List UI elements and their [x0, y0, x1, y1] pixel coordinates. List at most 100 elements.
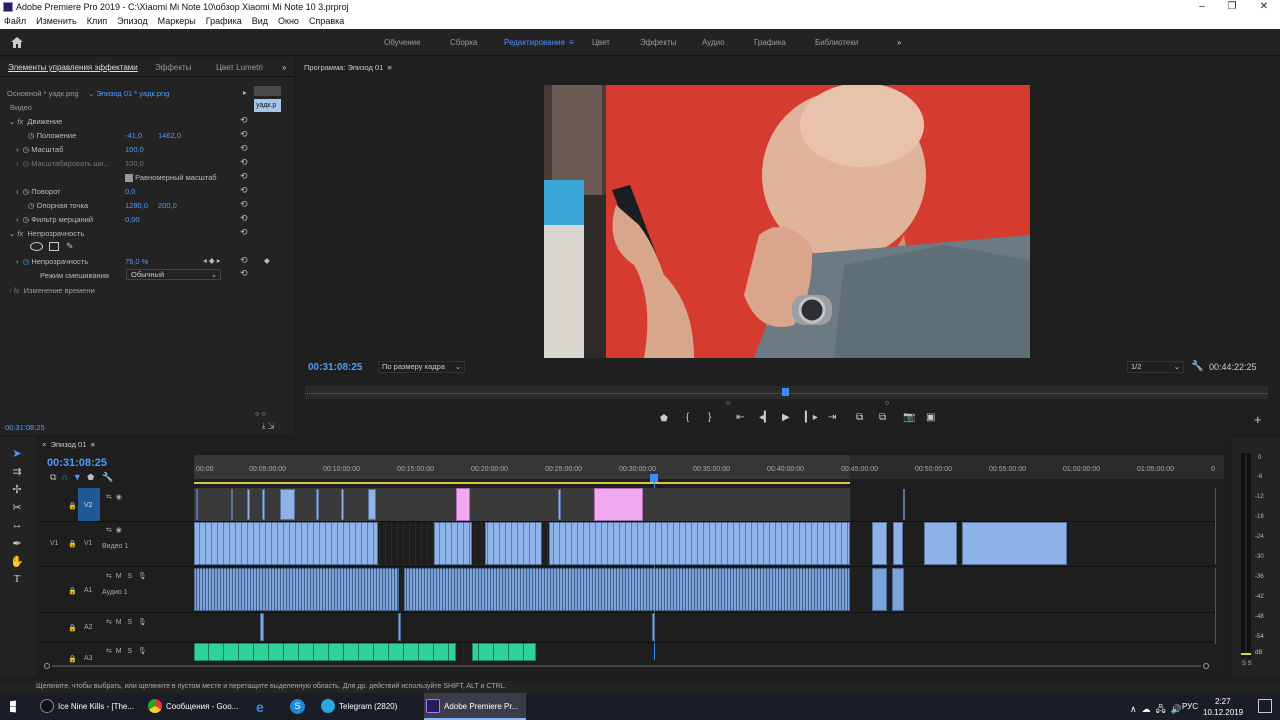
- play-icon[interactable]: ▶: [782, 412, 790, 423]
- reset-opacity-section-icon[interactable]: ⟲: [240, 227, 248, 238]
- v2-graphic-clip[interactable]: [594, 488, 643, 521]
- workspace-assembly[interactable]: Сборка: [450, 38, 477, 47]
- windows-start-icon[interactable]: [10, 700, 16, 713]
- close-icon[interactable]: ✕: [1250, 0, 1278, 14]
- a2-toggle-icons[interactable]: ⇆ M S 🎙: [106, 618, 147, 626]
- source-clip-label[interactable]: Основной * уадк.png: [7, 89, 79, 98]
- audio-vertical-scrollbar[interactable]: [1215, 568, 1221, 644]
- v1-clip[interactable]: [485, 522, 542, 565]
- rotation-value[interactable]: 0,0: [125, 187, 135, 196]
- taskbar-app-telegram[interactable]: Telegram (2820): [319, 693, 419, 720]
- a2-clip[interactable]: [260, 613, 264, 641]
- workspace-effects[interactable]: Эффекты: [640, 38, 676, 47]
- v2-graphic-clip[interactable]: [456, 488, 470, 521]
- more-workspaces-icon[interactable]: »: [897, 38, 901, 47]
- tab-effects[interactable]: Эффекты: [155, 63, 191, 72]
- workspace-menu-icon[interactable]: ≡: [569, 38, 574, 47]
- uniform-scale-row[interactable]: Равномерный масштаб: [125, 173, 217, 183]
- step-back-icon[interactable]: ◂▎: [759, 412, 772, 423]
- ellipse-mask-icon[interactable]: [30, 242, 43, 251]
- go-to-in-icon[interactable]: ⇤: [736, 412, 744, 423]
- taskbar-app-chrome[interactable]: Сообщения - Goo...: [146, 693, 246, 720]
- mark-out-icon[interactable]: }: [708, 412, 711, 423]
- a1-clip[interactable]: [872, 568, 887, 611]
- timeline-tool-icons[interactable]: ⧉ ∩ ▼ ⬟ 🔧: [50, 472, 113, 483]
- restore-icon[interactable]: ❐: [1218, 0, 1246, 14]
- v1-clip[interactable]: [872, 522, 887, 565]
- rectangle-mask-icon[interactable]: [49, 242, 59, 251]
- v2-clip[interactable]: [280, 489, 295, 520]
- workspace-learning[interactable]: Обучение: [384, 38, 421, 47]
- v2-clip[interactable]: [262, 489, 265, 520]
- pen-tool-icon[interactable]: ✒: [9, 537, 25, 551]
- flicker-value[interactable]: 0,00: [125, 215, 140, 224]
- minimize-icon[interactable]: –: [1188, 0, 1216, 14]
- scale-value[interactable]: 100,0: [125, 145, 144, 154]
- clock-date[interactable]: 10.12.2019: [1203, 708, 1243, 717]
- resolution-dropdown[interactable]: 1/2 ⌄: [1127, 361, 1184, 373]
- effects-timecode[interactable]: 00:31:08:25: [5, 423, 45, 432]
- v2-clip[interactable]: [316, 489, 319, 520]
- settings-wrench-icon[interactable]: 🔧: [1191, 361, 1203, 372]
- lock-icon[interactable]: 🔒: [68, 624, 77, 632]
- reset-anchor-icon[interactable]: ⟲: [240, 199, 248, 210]
- v2-clip[interactable]: [231, 489, 233, 520]
- type-tool-icon[interactable]: T: [9, 573, 25, 587]
- menu-graphics[interactable]: Графика: [206, 14, 242, 29]
- taskbar-app-premiere[interactable]: Adobe Premiere Pr...: [424, 693, 526, 720]
- menu-help[interactable]: Справка: [309, 14, 344, 29]
- video-vertical-scrollbar[interactable]: [1215, 488, 1221, 564]
- lift-icon[interactable]: ⧉: [856, 412, 863, 423]
- keyframe-diamond-icon[interactable]: ◆: [264, 256, 270, 265]
- a1-clip[interactable]: [404, 568, 850, 611]
- home-icon[interactable]: [10, 36, 24, 49]
- program-scrub-bar[interactable]: [305, 386, 1268, 399]
- reset-motion-icon[interactable]: ⟲: [240, 115, 248, 126]
- position-y-value[interactable]: 1462,0: [158, 131, 181, 140]
- selection-tool-icon[interactable]: ➤: [9, 447, 25, 461]
- anchor-x-value[interactable]: 1280,0: [125, 201, 148, 210]
- reset-position-icon[interactable]: ⟲: [240, 129, 248, 140]
- pen-mask-icon[interactable]: ✎: [66, 241, 74, 252]
- lock-icon[interactable]: 🔒: [68, 502, 77, 510]
- skype-icon[interactable]: S: [290, 699, 305, 714]
- v1-clip[interactable]: [962, 522, 1067, 565]
- mini-clip[interactable]: уадк.p: [254, 99, 281, 112]
- v1-clip[interactable]: [549, 522, 850, 565]
- sequence-clip-label[interactable]: ⌄ Эпизод 01 * уадк.png: [88, 89, 169, 98]
- timeline-playhead-handle[interactable]: [650, 474, 658, 482]
- a1-clip[interactable]: [892, 568, 904, 611]
- lock-icon[interactable]: 🔒: [68, 587, 77, 595]
- export-frame-icon[interactable]: ⤓ ⇲: [262, 421, 274, 431]
- v1-source-label[interactable]: V1: [50, 540, 59, 547]
- reset-opacity-icon[interactable]: ⟲: [240, 255, 248, 266]
- v2-clip[interactable]: [368, 489, 376, 520]
- menu-view[interactable]: Вид: [252, 14, 268, 29]
- reset-blend-icon[interactable]: ⟲: [240, 268, 248, 279]
- v2-clip[interactable]: [341, 489, 344, 520]
- a3-toggle-icons[interactable]: ⇆ M S 🎙: [106, 647, 147, 655]
- timeline-horizontal-scrollbar[interactable]: [44, 662, 1209, 670]
- v1-toggle-icons[interactable]: ⇆ ◉: [106, 526, 122, 534]
- a1-toggle-icons[interactable]: ⇆ M S 🎙: [106, 572, 147, 580]
- reset-scale-icon[interactable]: ⟲: [240, 143, 248, 154]
- a2-clip[interactable]: [398, 613, 401, 641]
- panel-menu-icon[interactable]: ≡: [387, 63, 391, 72]
- camera-icon[interactable]: 📷: [903, 412, 915, 423]
- a3-audio-clip[interactable]: [472, 643, 536, 661]
- v1-clip[interactable]: [893, 522, 903, 565]
- v2-clip[interactable]: [558, 489, 561, 520]
- in-handle-icon[interactable]: ○: [726, 398, 731, 407]
- playhead-marker[interactable]: [782, 388, 789, 396]
- taskbar-app-ice-nine-kills[interactable]: Ice Nine Kills - [The...: [38, 693, 142, 720]
- v2-clip[interactable]: [903, 489, 905, 520]
- a2-clip[interactable]: [652, 613, 655, 641]
- play-arrow-icon[interactable]: ▸: [243, 88, 247, 97]
- track-select-tool-icon[interactable]: ⇉: [9, 465, 25, 479]
- a3-audio-clip[interactable]: [194, 643, 456, 661]
- add-marker-icon[interactable]: ⬟: [660, 413, 668, 424]
- sync-lock-icon[interactable]: ⇆ ◉: [106, 493, 122, 501]
- out-handle-icon[interactable]: ○: [885, 398, 890, 407]
- opacity-value[interactable]: 75,0 %: [125, 257, 148, 266]
- program-current-timecode[interactable]: 00:31:08:25: [308, 362, 362, 373]
